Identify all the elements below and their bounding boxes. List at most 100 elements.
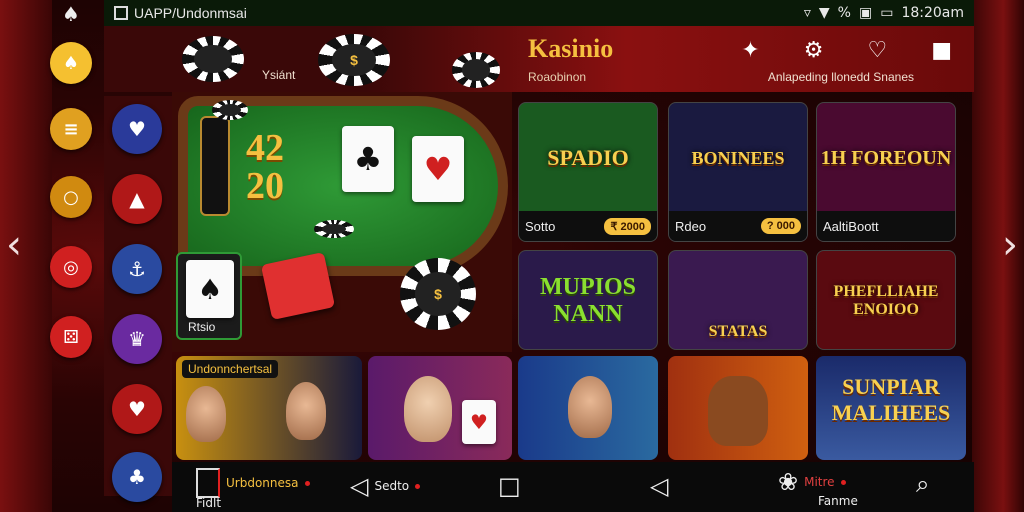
table-chip <box>212 100 248 120</box>
nav-label: Fidlt <box>196 496 222 510</box>
game-caption: Rdeo? 000 <box>669 211 807 241</box>
crown-icon: ♛ <box>128 327 146 351</box>
nav-item-more[interactable]: ❀ Mitre <box>778 468 846 496</box>
sidebar2-item-card[interactable]: ♣ <box>112 452 162 502</box>
nav-item-home[interactable]: □ <box>498 472 521 500</box>
sidebar2-item-ship[interactable]: ⚓ <box>112 244 162 294</box>
game-tile[interactable]: 1H FOREOUN AaltiBoott <box>816 102 956 242</box>
game-tile[interactable]: BONINEES Rdeo? 000 <box>668 102 808 242</box>
status-bar: UAPP/Undonmsai ▿ ▼ % ▣ ▭ 18:20am <box>104 0 974 26</box>
game-tile[interactable]: PHEFLLIAHE ENOIOO <box>816 250 956 350</box>
profile-icon: ⌕ <box>916 470 930 498</box>
host-portrait <box>404 376 452 442</box>
game-tile[interactable]: STATAS <box>668 250 808 350</box>
battery-icon: ▭ <box>880 5 894 21</box>
header-chip <box>452 52 500 88</box>
small-card-tile[interactable]: ♠ Rtsio <box>176 252 242 340</box>
bottom-navbar: Urbdonnesa Fidlt ◁ Sedto □ ◁ ❀ Mitre Fan… <box>172 462 974 512</box>
bookmark-icon[interactable]: ■ <box>931 38 952 63</box>
card-shoe <box>200 116 230 216</box>
signal-icon: ▼ <box>818 5 830 21</box>
spade-icon: ♠ <box>62 2 80 26</box>
anchor-icon: ⚓ <box>128 257 146 281</box>
header: $ Kasinio Roaobinon ✦ ⚙ ♡ ■ Anlapeding l… <box>104 26 974 92</box>
nav-item-back[interactable]: ◁ Sedto <box>350 472 421 500</box>
host-portrait <box>186 386 226 442</box>
badge-icon: ♥ <box>128 117 146 141</box>
playing-card: ♥ <box>412 136 464 202</box>
nav-text: Sedto <box>374 479 410 493</box>
nav-item-profile[interactable]: ⌕ <box>916 470 929 498</box>
sim-icon: ▣ <box>858 5 873 21</box>
cluster-icon: ❀ <box>778 468 799 496</box>
promo-tile[interactable]: ♥ <box>368 356 512 460</box>
game-caption: Sotto ₹ 2000 <box>519 211 657 241</box>
header-subtitle: Anlapeding llonedd Snanes <box>767 70 914 84</box>
sidebar-item-roulette[interactable]: ◎ <box>50 246 92 288</box>
stats-icon: ≡ <box>63 118 79 140</box>
home-icon: □ <box>498 472 521 500</box>
sidebar2-item-crown[interactable]: ♛ <box>112 314 162 364</box>
game-art: 1H FOREOUN <box>820 146 952 169</box>
back-icon: ◁ <box>650 472 669 500</box>
promo-tag: Undonnchertsal <box>182 360 279 378</box>
next-arrow-icon[interactable]: › <box>1002 225 1018 265</box>
game-badge: ? 000 <box>760 218 801 234</box>
game-tile[interactable]: MUPIOS NANN <box>518 250 658 350</box>
sidebar-item-dice[interactable]: ⚄ <box>50 316 92 358</box>
primary-sidebar: ♠ ≡ ○ ◎ ⚄ <box>48 30 96 480</box>
back-icon: ◁ <box>350 472 369 500</box>
game-art: SPADIO <box>547 145 629 170</box>
table-label: Ysiánt <box>262 68 296 82</box>
secondary-sidebar: ♥ ▲ ⚓ ♛ ♥ ♣ <box>104 96 172 502</box>
game-caption: AaltiBoott <box>817 211 955 241</box>
heart-icon: ♥ <box>128 397 146 421</box>
mascot-art <box>708 376 768 446</box>
nav-text: Mitre <box>804 475 835 489</box>
game-art: BONINEES <box>691 147 785 168</box>
prev-arrow-icon[interactable]: ‹ <box>6 225 22 265</box>
promo-tile[interactable]: Undonnchertsal <box>176 356 362 460</box>
gear-icon[interactable]: ⚙ <box>804 38 824 63</box>
promo-tile[interactable] <box>668 356 808 460</box>
game-grid: SPADIO Sotto ₹ 2000 BONINEES Rdeo? 000 1H… <box>518 102 970 352</box>
sidebar-item-stats[interactable]: ≡ <box>50 108 92 150</box>
host-portrait <box>286 382 326 440</box>
header-icons: ✦ ⚙ ♡ ■ <box>741 38 952 63</box>
status-indicators: ▿ ▼ % ▣ ▭ 18:20am <box>804 5 964 21</box>
table-number-bottom: 20 <box>246 165 284 207</box>
club-icon: ♣ <box>128 465 146 489</box>
promo-title: SUNPIAR MALIHEES <box>831 374 951 425</box>
coin-icon: ○ <box>63 186 79 208</box>
promo-tile[interactable] <box>518 356 658 460</box>
app-title: UAPP/Undonmsai <box>134 5 247 21</box>
frame-icon <box>196 468 220 498</box>
heart-icon[interactable]: ♡ <box>867 38 887 63</box>
nav-item-lobby[interactable]: Urbdonnesa <box>196 468 310 498</box>
game-art: STATAS <box>708 323 768 340</box>
game-tile[interactable]: SPADIO Sotto ₹ 2000 <box>518 102 658 242</box>
playing-card: ♥ <box>462 400 496 444</box>
roulette-icon: ◎ <box>63 256 79 278</box>
puzzle-icon[interactable]: ✦ <box>741 38 759 63</box>
nav-text: Urbdonnesa <box>226 476 299 490</box>
signal-text: % <box>837 5 851 21</box>
brand-title: Kasinio <box>528 34 614 63</box>
game-badge: ₹ 2000 <box>604 217 651 235</box>
sidebar2-item-badge[interactable]: ♥ <box>112 104 162 154</box>
nav-label: Fanme <box>818 494 858 508</box>
nav-item-back2[interactable]: ◁ <box>650 472 668 500</box>
playing-card: ♣ <box>342 126 394 192</box>
header-chip <box>182 36 244 82</box>
host-portrait <box>568 376 612 438</box>
header-chip: $ <box>318 34 390 86</box>
app-grid-icon <box>114 6 128 20</box>
sidebar2-item-gift[interactable]: ▲ <box>112 174 162 224</box>
promo-tile[interactable]: SUNPIAR MALIHEES <box>816 356 966 460</box>
sidebar2-item-heart[interactable]: ♥ <box>112 384 162 434</box>
sidebar-item-promo[interactable]: ♠ <box>50 42 92 84</box>
wifi-icon: ▿ <box>803 5 811 21</box>
gift-icon: ▲ <box>129 187 145 211</box>
brand-subtitle: Roaobinon <box>528 70 587 84</box>
sidebar-item-coin[interactable]: ○ <box>50 176 92 218</box>
